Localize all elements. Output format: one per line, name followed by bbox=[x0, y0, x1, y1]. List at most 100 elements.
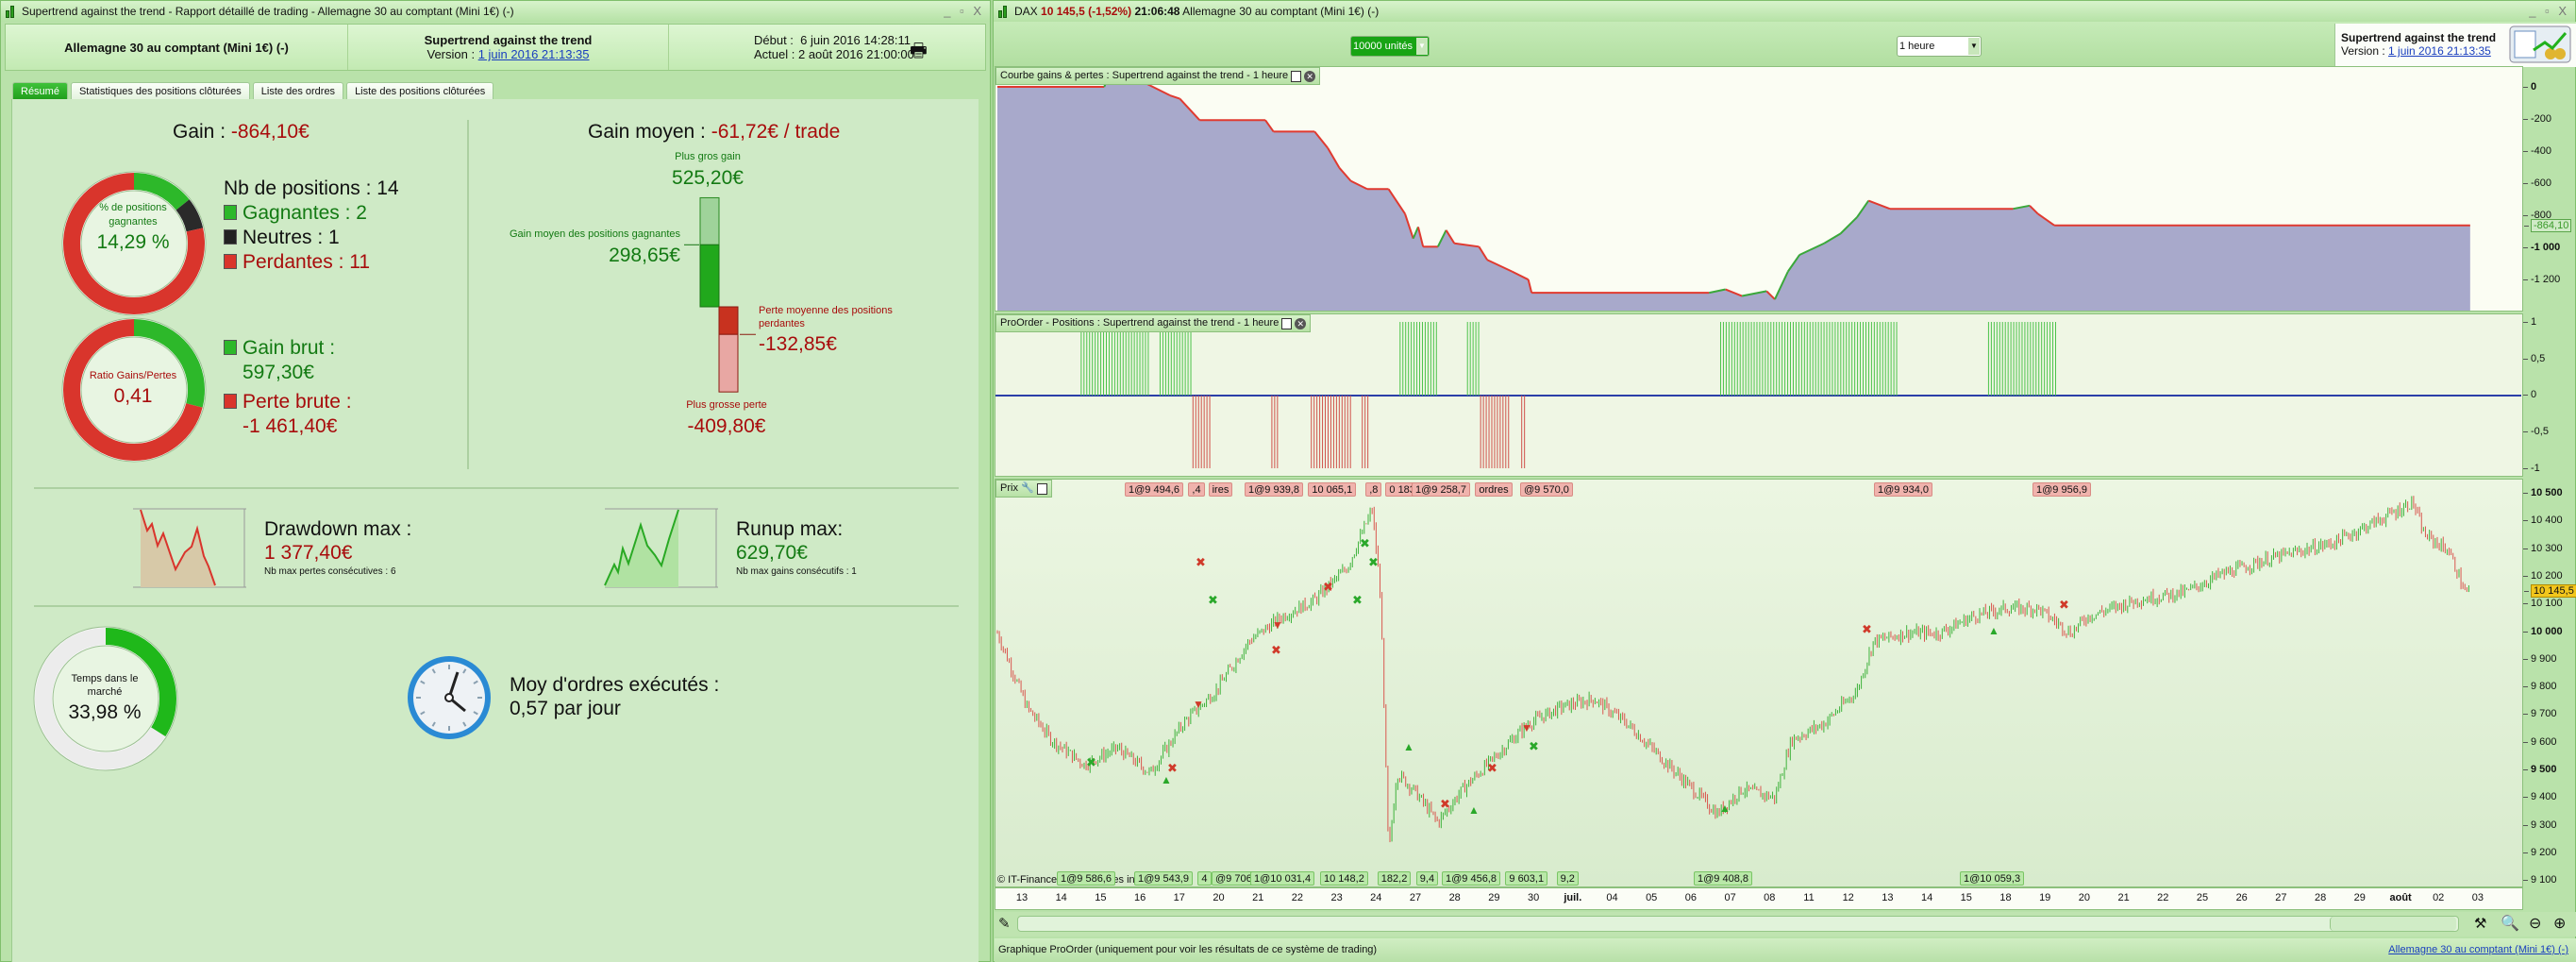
date-label: 24 bbox=[1370, 892, 1382, 903]
buy-order-label[interactable]: 9,4 bbox=[1415, 871, 1439, 886]
price-axis-label: 10 000 bbox=[2523, 625, 2563, 637]
date-label: 29 bbox=[1488, 892, 1500, 903]
maximize-icon[interactable] bbox=[1281, 317, 1293, 329]
donut-ratio-inner bbox=[80, 336, 188, 444]
positions-axis-label: 0,5 bbox=[2522, 352, 2546, 364]
strategy-report-icon[interactable] bbox=[2509, 25, 2571, 63]
positions-panel: ProOrder - Positions : Supertrend agains… bbox=[995, 313, 2523, 477]
date-label: 05 bbox=[1646, 892, 1658, 903]
buy-order-label[interactable]: 9,2 bbox=[1556, 871, 1579, 886]
buy-order-label[interactable]: 1@9 456,8 bbox=[1442, 871, 1500, 886]
units-dropdown[interactable]: 10000 unités ▼ bbox=[1350, 36, 1430, 57]
sell-order-label[interactable]: @9 570,0 bbox=[1520, 482, 1573, 497]
tab-liste-positions[interactable]: Liste des positions clôturées bbox=[346, 82, 494, 101]
sell-order-label[interactable]: 10 065,1 bbox=[1308, 482, 1357, 497]
zoom-fit-icon[interactable]: 🔍 bbox=[2501, 914, 2519, 933]
sell-order-label[interactable]: 1@9 934,0 bbox=[1874, 482, 1932, 497]
buy-order-label[interactable]: 1@9 586,6 bbox=[1057, 871, 1115, 886]
max-loss-bar bbox=[718, 333, 739, 393]
date-label: 28 bbox=[1448, 892, 1461, 903]
avg-loss-bar bbox=[718, 306, 739, 335]
close-icon[interactable]: ✕ bbox=[1304, 70, 1316, 82]
sell-order-label[interactable]: ordres bbox=[1475, 482, 1513, 497]
app-candle-icon bbox=[998, 5, 1010, 18]
price-axis-label: 9 900 bbox=[2523, 652, 2557, 665]
buy-order-label[interactable]: 9 603,1 bbox=[1505, 871, 1548, 886]
buy-order-label[interactable]: 4 bbox=[1197, 871, 1212, 886]
buy-order-label[interactable]: 182,2 bbox=[1377, 871, 1412, 886]
buy-order-label[interactable]: 1@9 543,9 bbox=[1134, 871, 1193, 886]
maximize-icon[interactable] bbox=[1036, 482, 1047, 495]
price-axis-label: 9 400 bbox=[2523, 791, 2557, 803]
version-label: Version : bbox=[2341, 44, 2389, 58]
tab-resume[interactable]: Résumé bbox=[12, 82, 68, 101]
print-icon[interactable]: 🖶 bbox=[910, 37, 928, 69]
price-axis-label: 10 300 bbox=[2523, 542, 2563, 554]
date-label: 03 bbox=[2471, 892, 2484, 903]
date-label: 02 bbox=[2433, 892, 2445, 903]
buy-order-label[interactable]: 1@9 408,8 bbox=[1694, 871, 1752, 886]
buy-order-label[interactable]: 1@10 031,4 bbox=[1250, 871, 1315, 886]
equity-axis-label: -1 000 bbox=[2522, 242, 2561, 253]
instrument-name: Allemagne 30 au comptant (Mini 1€) (-) bbox=[64, 40, 289, 55]
price-axis-label: 10 400 bbox=[2523, 515, 2563, 527]
date-label: 06 bbox=[1684, 892, 1698, 903]
horizontal-scrollbar[interactable] bbox=[1017, 916, 2459, 932]
date-label: août bbox=[2389, 892, 2412, 903]
mini-area bbox=[141, 510, 215, 587]
chart-edit-icon[interactable]: ✎ bbox=[998, 915, 1011, 932]
version-link[interactable]: 1 juin 2016 21:13:35 bbox=[478, 47, 590, 61]
app-candle-icon bbox=[6, 5, 17, 18]
status-text: Graphique ProOrder (uniquement pour voir… bbox=[998, 944, 1378, 955]
report-header: Allemagne 30 au comptant (Mini 1€) (-) S… bbox=[5, 24, 986, 71]
sell-order-label[interactable]: ires bbox=[1208, 482, 1233, 497]
date-label: 11 bbox=[1803, 892, 1815, 903]
price-axis-label: 9 500 bbox=[2523, 764, 2557, 775]
date-label: 14 bbox=[1055, 892, 1067, 903]
buy-order-label[interactable]: 10 148,2 bbox=[1320, 871, 1368, 886]
positions-axis-label: 1 bbox=[2522, 316, 2537, 328]
equity-axis-label: 0 bbox=[2522, 81, 2537, 93]
sell-order-label[interactable]: ,4 bbox=[1188, 482, 1205, 497]
date-label: 27 bbox=[2275, 892, 2287, 903]
wrench-icon[interactable]: 🔧 bbox=[1021, 481, 1034, 497]
settings-tool-icon[interactable]: ⚒ bbox=[2474, 915, 2486, 932]
zoom-out-icon[interactable]: ⊖ bbox=[2529, 914, 2541, 933]
price-axis-label: 9 700 bbox=[2523, 708, 2557, 720]
tab-statistiques[interactable]: Statistiques des positions clôturées bbox=[70, 82, 250, 101]
mini-area bbox=[605, 510, 678, 587]
price-panel: Prix🔧 © IT-Finance.com Données indicativ… bbox=[995, 479, 2523, 887]
close-icon[interactable]: ✕ bbox=[1295, 317, 1307, 329]
date-label: 14 bbox=[1920, 892, 1933, 903]
title-price: 10 145,5 (-1,52%) bbox=[1041, 5, 1132, 18]
sell-order-label[interactable]: ,8 bbox=[1365, 482, 1382, 497]
chart-titlebar: DAX 10 145,5 (-1,52%) 21:06:48 Allemagne… bbox=[994, 1, 2575, 22]
window-controls[interactable]: _ ▫ X bbox=[2529, 1, 2569, 22]
date-label: 28 bbox=[2314, 892, 2327, 903]
summary-graphics bbox=[33, 120, 959, 771]
buy-order-label[interactable]: 1@10 059,3 bbox=[1960, 871, 2025, 886]
maximize-icon[interactable] bbox=[1291, 70, 1302, 82]
strategy-name: Supertrend against the trend bbox=[424, 33, 593, 47]
actuel-label: Actuel : bbox=[754, 47, 795, 61]
sell-order-label[interactable]: 1@9 956,9 bbox=[2032, 482, 2091, 497]
strategy-name: Supertrend against the trend bbox=[2341, 31, 2497, 44]
chevron-down-icon: ▼ bbox=[1968, 38, 1980, 55]
version-link[interactable]: 1 juin 2016 21:13:35 bbox=[2388, 44, 2491, 58]
status-instrument-link[interactable]: Allemagne 30 au comptant (Mini 1€) (-) bbox=[2388, 938, 2568, 962]
date-label: 13 bbox=[1882, 892, 1894, 903]
tab-liste-ordres[interactable]: Liste des ordres bbox=[252, 82, 344, 101]
date-label: 15 bbox=[1095, 892, 1107, 903]
window-controls[interactable]: _ ▫ X bbox=[944, 1, 984, 22]
date-label: 17 bbox=[1173, 892, 1185, 903]
scrollbar-thumb[interactable] bbox=[2330, 917, 2456, 931]
period-dropdown[interactable]: 1 heure ▼ bbox=[1897, 36, 1982, 57]
price-axis-label: 9 200 bbox=[2523, 846, 2557, 858]
price-axis-label: 10 100 bbox=[2523, 598, 2563, 610]
date-label: 23 bbox=[1330, 892, 1343, 903]
sell-order-label[interactable]: 1@9 258,7 bbox=[1412, 482, 1470, 497]
date-label: 26 bbox=[2235, 892, 2248, 903]
sell-order-label[interactable]: 1@9 494,6 bbox=[1125, 482, 1183, 497]
sell-order-label[interactable]: 1@9 939,8 bbox=[1245, 482, 1303, 497]
zoom-in-icon[interactable]: ⊕ bbox=[2553, 914, 2566, 933]
